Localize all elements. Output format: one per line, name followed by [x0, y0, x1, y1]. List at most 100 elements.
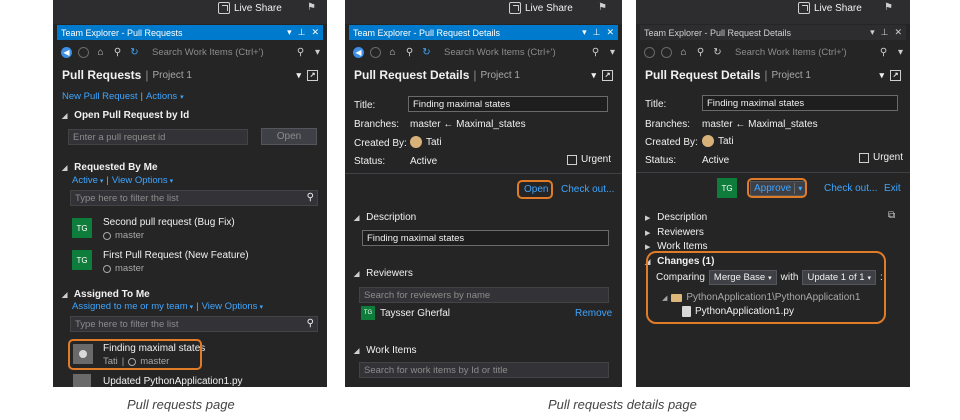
- assigned-filter-input[interactable]: Type here to filter the list ⚲: [70, 316, 318, 332]
- search-icon[interactable]: ⚲: [307, 318, 314, 329]
- view-options-link[interactable]: View Options: [202, 301, 258, 312]
- reviewers-section[interactable]: ◢ Reviewers: [354, 268, 413, 279]
- search-icon[interactable]: ⚲: [590, 47, 601, 58]
- dropdown-icon[interactable]: ▾: [582, 27, 587, 38]
- description-field[interactable]: Finding maximal states: [362, 230, 609, 246]
- checkbox-icon[interactable]: [859, 152, 869, 163]
- search-icon[interactable]: ⚲: [295, 47, 306, 58]
- back-icon[interactable]: [644, 46, 655, 58]
- search-dropdown-icon[interactable]: ▾: [895, 47, 906, 58]
- live-share-icon: [509, 2, 521, 14]
- pr-actions-row: New Pull Request | Actions ▾: [62, 91, 184, 102]
- pr-title[interactable]: Updated PythonApplication1.py: [103, 376, 243, 387]
- title-field[interactable]: Finding maximal states: [408, 96, 608, 112]
- expand-arrow-icon: ▶: [645, 244, 651, 251]
- assigned-dropdown-icon[interactable]: ▾: [190, 303, 194, 311]
- active-dropdown-icon[interactable]: ▾: [100, 177, 104, 185]
- home-icon[interactable]: ⌂: [387, 47, 398, 58]
- refresh-icon[interactable]: ↻: [421, 47, 432, 58]
- feedback-icon[interactable]: ⚑: [598, 2, 610, 14]
- actions-link[interactable]: Actions: [146, 91, 177, 102]
- new-pull-request-link[interactable]: New Pull Request: [62, 91, 138, 102]
- pr-title[interactable]: Second pull request (Bug Fix): [103, 217, 235, 228]
- pull-request-id-input[interactable]: Enter a pull request id: [68, 129, 248, 145]
- refresh-icon[interactable]: ↻: [129, 47, 140, 58]
- live-share-button[interactable]: Live Share: [798, 2, 862, 14]
- header-dropdown-icon[interactable]: ▾: [591, 70, 596, 81]
- search-dropdown-icon[interactable]: ▾: [607, 47, 618, 58]
- checkout-link[interactable]: Check out...: [820, 182, 881, 195]
- refresh-icon[interactable]: ↻: [712, 47, 723, 58]
- pin-icon[interactable]: ⊥: [593, 27, 601, 38]
- work-items-search-input[interactable]: Search for work items by Id or title: [359, 362, 609, 378]
- branch-icon: [103, 264, 111, 273]
- feedback-icon[interactable]: ⚑: [884, 2, 896, 14]
- header-dropdown-icon[interactable]: ▾: [879, 70, 884, 81]
- view-options-dropdown-icon[interactable]: ▾: [170, 177, 174, 185]
- assigned-filter-link[interactable]: Assigned to me or my team: [72, 301, 188, 312]
- close-icon[interactable]: ✕: [894, 27, 902, 38]
- urgent-checkbox[interactable]: Urgent: [567, 154, 611, 165]
- header-dropdown-icon[interactable]: ▾: [296, 70, 301, 81]
- assigned-to-me-section[interactable]: ◢ Assigned To Me: [62, 289, 150, 300]
- search-work-items-input[interactable]: Search Work Items (Ctrl+'): [444, 47, 584, 58]
- work-items-section[interactable]: ◢ Work Items: [354, 345, 417, 356]
- expand-icon[interactable]: ↗: [602, 69, 613, 81]
- connect-icon[interactable]: ⚲: [695, 47, 706, 58]
- open-by-id-section[interactable]: ◢ Open Pull Request by Id: [62, 110, 189, 121]
- connect-icon[interactable]: ⚲: [404, 47, 415, 58]
- dropdown-icon[interactable]: ▾: [870, 27, 875, 38]
- home-icon[interactable]: ⌂: [95, 47, 106, 58]
- title-field[interactable]: Finding maximal states: [702, 95, 898, 111]
- divider: [345, 173, 622, 174]
- dropdown-icon[interactable]: ▾: [287, 27, 292, 38]
- search-work-items-input[interactable]: Search Work Items (Ctrl+'): [152, 47, 289, 58]
- checkout-link[interactable]: Check out...: [557, 183, 618, 196]
- live-share-button[interactable]: Live Share: [218, 2, 282, 14]
- remove-reviewer-link[interactable]: Remove: [571, 307, 616, 320]
- reviewers-section[interactable]: ▶ Reviewers: [645, 227, 704, 238]
- copy-icon[interactable]: ⧉: [888, 210, 895, 221]
- open-button[interactable]: Open: [261, 128, 317, 145]
- exit-link[interactable]: Exit: [880, 182, 905, 195]
- expand-icon[interactable]: ↗: [307, 69, 318, 81]
- live-share-icon: [218, 2, 230, 14]
- view-options-link[interactable]: View Options: [112, 175, 168, 186]
- pr-title[interactable]: First Pull Request (New Feature): [103, 250, 249, 261]
- back-icon[interactable]: ◀: [353, 46, 364, 58]
- page-header: Pull Request Details | Project 1 ▾ ↗: [354, 67, 613, 83]
- requested-filter-input[interactable]: Type here to filter the list ⚲: [70, 190, 318, 206]
- search-icon[interactable]: ⚲: [878, 47, 889, 58]
- description-section[interactable]: ◢ Description: [354, 212, 416, 223]
- search-work-items-input[interactable]: Search Work Items (Ctrl+'): [735, 47, 872, 58]
- forward-icon[interactable]: [370, 46, 381, 58]
- description-section[interactable]: ▶ Description: [645, 212, 707, 223]
- checkbox-icon[interactable]: [567, 154, 577, 165]
- reviewer-avatar: TG: [717, 178, 737, 198]
- connect-icon[interactable]: ⚲: [112, 47, 123, 58]
- back-icon[interactable]: ◀: [61, 46, 72, 58]
- live-share-button[interactable]: Live Share: [509, 2, 573, 14]
- home-icon[interactable]: ⌂: [678, 47, 689, 58]
- requested-by-me-section[interactable]: ◢ Requested By Me: [62, 162, 158, 173]
- close-icon[interactable]: ✕: [606, 27, 614, 38]
- status-label: Status:: [645, 155, 677, 166]
- expand-icon[interactable]: ↗: [890, 69, 901, 81]
- actions-dropdown-icon[interactable]: ▾: [180, 93, 184, 101]
- pin-icon[interactable]: ⊥: [881, 27, 889, 38]
- active-filter-link[interactable]: Active: [72, 175, 98, 186]
- collapse-icon: ◢: [62, 165, 68, 172]
- feedback-icon[interactable]: ⚑: [307, 2, 319, 14]
- search-dropdown-icon[interactable]: ▾: [312, 47, 323, 58]
- view-options-dropdown-icon[interactable]: ▾: [259, 303, 263, 311]
- pin-icon[interactable]: ⊥: [298, 27, 306, 38]
- pull-request-details-panel: Live Share ⚑ Team Explorer - Pull Reques…: [345, 0, 622, 387]
- close-icon[interactable]: ✕: [311, 27, 319, 38]
- forward-icon[interactable]: [661, 46, 672, 58]
- search-icon[interactable]: ⚲: [307, 192, 314, 203]
- status-value: Active: [702, 155, 730, 166]
- created-by-value: Tati: [702, 135, 734, 147]
- urgent-checkbox[interactable]: Urgent: [859, 152, 903, 163]
- reviewers-search-input[interactable]: Search for reviewers by name: [359, 287, 609, 303]
- forward-icon[interactable]: [78, 46, 89, 58]
